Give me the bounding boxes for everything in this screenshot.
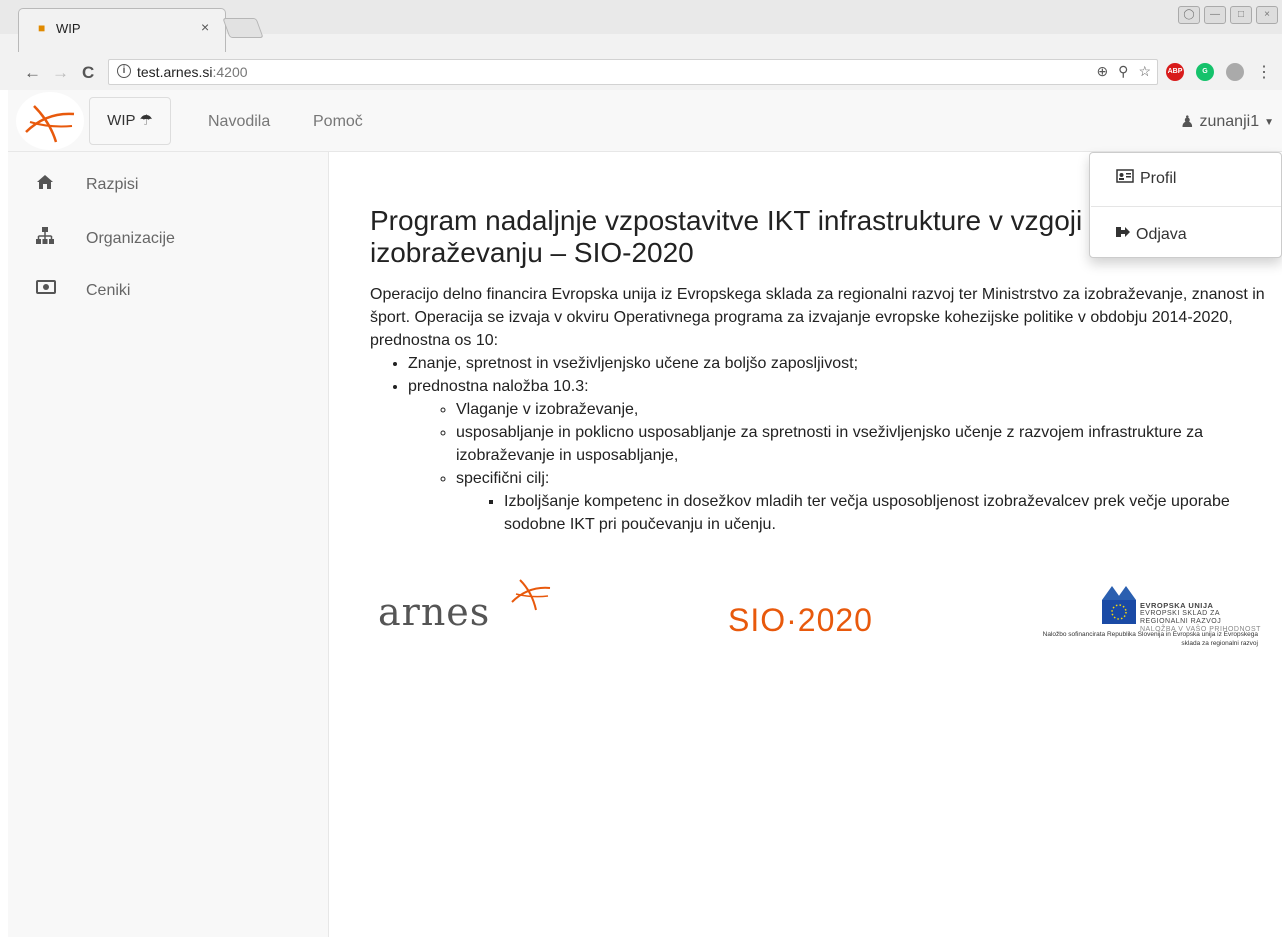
zoom-icon[interactable]: ⊕	[1096, 63, 1108, 80]
priority-list: Znanje, spretnost in vseživljenjsko učen…	[408, 352, 1270, 536]
sidebar-item-razpisi[interactable]: Razpisi	[8, 156, 328, 206]
close-window-button[interactable]: ×	[1256, 6, 1278, 24]
tab-close-icon[interactable]: ×	[201, 19, 209, 35]
extension-icon[interactable]	[1226, 63, 1244, 81]
eu-arrows-icon	[1102, 586, 1136, 600]
minimize-button[interactable]: —	[1204, 6, 1226, 24]
extension-icons: ABP G ⋮	[1166, 62, 1272, 82]
adblock-icon[interactable]: ABP	[1166, 63, 1184, 81]
lock-favicon-icon: ■	[38, 21, 46, 35]
star-icon[interactable]: ☆	[1138, 63, 1151, 80]
home-icon	[36, 173, 54, 191]
eu-sub2: REGIONALNI RAZVOJ	[1140, 618, 1222, 625]
sitemap-icon	[36, 227, 54, 245]
money-icon	[36, 279, 56, 297]
sidebar-item-organizacije[interactable]: Organizacije	[8, 210, 328, 260]
brand-label: WIP	[107, 112, 136, 129]
browser-tab[interactable]: ■ WIP ×	[18, 8, 226, 60]
key-icon[interactable]: ⚲	[1118, 63, 1128, 80]
back-arrow-icon[interactable]: ←	[24, 63, 41, 83]
list-item: Znanje, spretnost in vseživljenjsko učen…	[408, 352, 1270, 375]
arnes-swirl-icon	[511, 579, 551, 611]
profile-icon[interactable]: ◯	[1178, 6, 1200, 24]
id-card-icon	[1116, 169, 1134, 188]
url-port: :4200	[212, 64, 248, 80]
list-item: prednostna naložba 10.3: Vlaganje v izob…	[408, 375, 1270, 536]
dropdown-divider	[1091, 206, 1281, 207]
sidebar-item-ceniki[interactable]: Ceniki	[8, 262, 328, 312]
sub-list: Vlaganje v izobraževanje, usposabljanje …	[456, 398, 1270, 536]
eu-cofinancing-note: Naložbo sofinancirata Republika Slovenij…	[1042, 631, 1258, 647]
sidebar-item-label: Razpisi	[86, 176, 139, 193]
sidebar-item-label: Organizacije	[86, 230, 175, 247]
list-item-text: prednostna naložba 10.3:	[408, 378, 589, 395]
arnes-wordmark: arnes	[378, 590, 491, 634]
menu-kebab-icon[interactable]: ⋮	[1256, 62, 1272, 82]
grammarly-icon[interactable]: G	[1196, 63, 1214, 81]
sub-list-item: usposabljanje in poklicno usposabljanje …	[456, 421, 1270, 467]
tab-title: WIP	[56, 21, 81, 36]
caret-down-icon: ▼	[1264, 116, 1274, 128]
window-controls: ◯ — □ ×	[1178, 6, 1278, 24]
url-text: test.arnes.si:4200	[137, 64, 248, 80]
forward-arrow-icon[interactable]: →	[52, 63, 69, 83]
user-secret-icon: ☂	[139, 112, 153, 129]
arnes-logo[interactable]	[16, 92, 84, 150]
sub-list-item: specifični cilj: Izboljšanje kompetenc i…	[456, 467, 1270, 536]
sio-2020-logo: SIO·2020	[728, 602, 873, 638]
sign-out-icon	[1116, 225, 1130, 244]
sub-list-item-text: specifični cilj:	[456, 470, 550, 487]
dropdown-item-label: Profil	[1140, 169, 1177, 187]
sub-list-item: Vlaganje v izobraževanje,	[456, 398, 1270, 421]
eu-title: EVROPSKA UNIJA	[1140, 601, 1214, 610]
sidebar-item-label: Ceniki	[86, 282, 131, 299]
eu-funding-logo: EVROPSKA UNIJA EVROPSKI SKLAD ZA REGIONA…	[1030, 586, 1270, 654]
address-bar[interactable]: i test.arnes.si:4200 ⊕ ⚲ ☆	[108, 59, 1158, 85]
nav-link-pomoc[interactable]: Pomoč	[313, 113, 363, 131]
eu-sub1: EVROPSKI SKLAD ZA	[1140, 610, 1221, 617]
nav-link-navodila[interactable]: Navodila	[208, 113, 270, 131]
info-icon[interactable]: i	[117, 64, 131, 78]
dropdown-item-odjava[interactable]: Odjava	[1116, 225, 1187, 244]
user-menu-toggle[interactable]: ♟ zunanji1 ▼	[1180, 112, 1274, 132]
dropdown-item-profil[interactable]: Profil	[1116, 169, 1176, 188]
intro-paragraph: Operacijo delno financira Evropska unija…	[370, 286, 1265, 349]
brand-button[interactable]: WIP ☂	[89, 97, 171, 145]
maximize-button[interactable]: □	[1230, 6, 1252, 24]
omnibox-icons: ⊕ ⚲ ☆	[1096, 63, 1151, 80]
sub-sub-list-item: Izboljšanje kompetenc in dosežkov mladih…	[504, 490, 1270, 536]
arnes-logo-icon	[25, 105, 75, 143]
eu-flag-icon	[1102, 600, 1136, 624]
user-icon: ♟	[1180, 114, 1195, 131]
app-navbar: WIP ☂ Navodila Pomoč ♟ zunanji1 ▼	[8, 90, 1282, 152]
dropdown-item-label: Odjava	[1136, 225, 1187, 243]
new-tab-button[interactable]	[222, 18, 264, 38]
user-dropdown-menu: Profil Odjava	[1089, 152, 1282, 258]
sub-sub-list: Izboljšanje kompetenc in dosežkov mladih…	[504, 490, 1270, 536]
reload-icon[interactable]: C	[82, 63, 94, 83]
url-host: test.arnes.si	[137, 64, 213, 80]
partner-logos: arnes SIO·2020 EVROPSKA UNIJA EVROPSKI S…	[370, 576, 1270, 656]
user-name: zunanji1	[1199, 113, 1260, 130]
sidebar: Razpisi Organizacije Ceniki	[8, 152, 329, 937]
